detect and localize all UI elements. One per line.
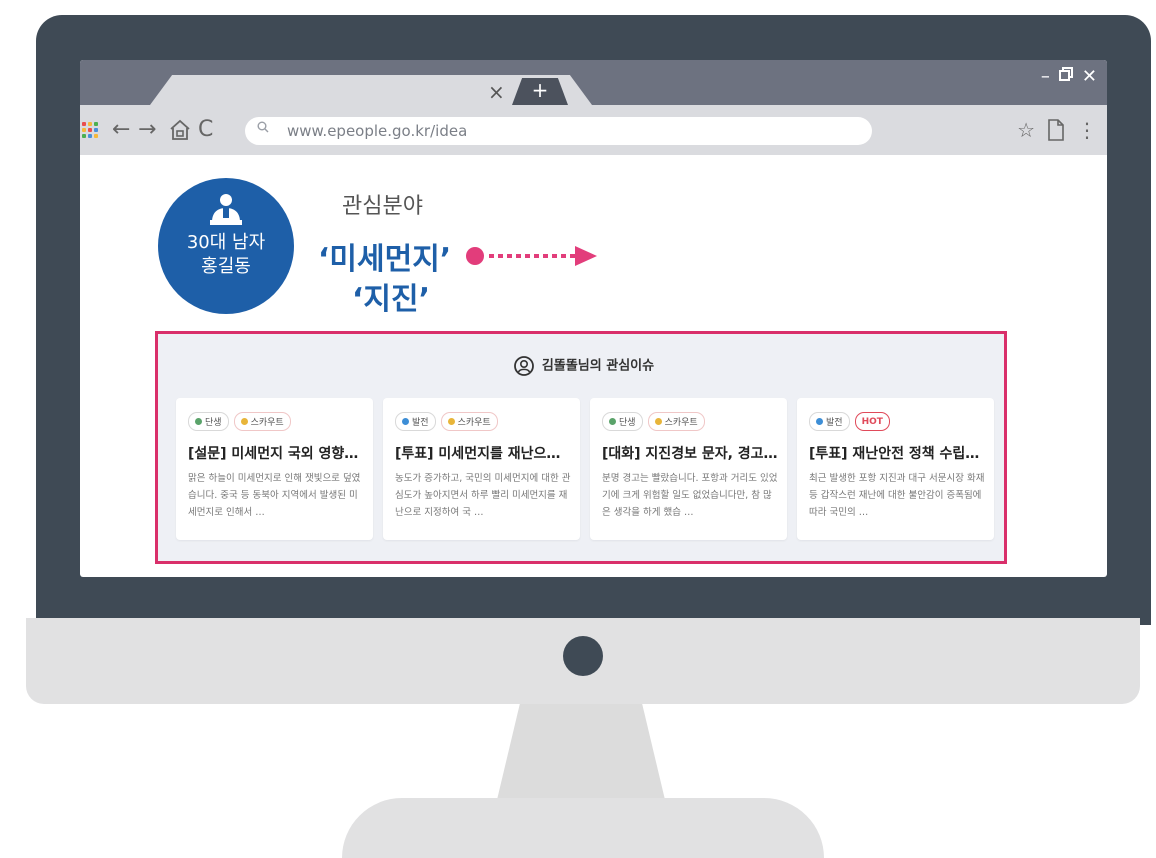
home-icon[interactable]	[168, 118, 192, 148]
interest-issues-panel: 김똘똘님의 관심이슈 단생 스카우트 [설문] 미세먼지 국외 영향… 맑은 하…	[155, 331, 1007, 564]
medal-tag-label: 스카우트	[664, 418, 698, 428]
stage-tag: 발전	[395, 412, 436, 431]
interest-keyword-2: ‘지진’	[352, 282, 430, 317]
address-bar[interactable]: www.epeople.go.kr/idea	[245, 117, 872, 145]
plant-icon	[402, 418, 409, 425]
profile-demographic: 30대 남자	[186, 232, 266, 253]
panel-title: 김똘똘님의 관심이슈	[158, 356, 1010, 377]
monitor-stand-base	[342, 798, 824, 858]
card-body: 농도가 증가하고, 국민의 미세먼지에 대한 관심도가 높아지면서 하루 빨리 …	[395, 473, 571, 518]
toolbar-right: ☆ ⋮	[1017, 115, 1097, 149]
medal-tag-label: 스카우트	[457, 418, 491, 428]
stage-tag-label: 단생	[619, 418, 636, 428]
browser-window: × + – ✕ ← → C www.epeople.go.kr/idea ☆ ⋮…	[80, 60, 1107, 577]
panel-title-text: 김똘똘님의 관심이슈	[541, 358, 655, 374]
back-arrow-icon[interactable]: ←	[112, 115, 130, 145]
search-icon	[257, 121, 269, 133]
browser-toolbar: ← → C www.epeople.go.kr/idea ☆ ⋮	[80, 105, 1107, 155]
medal-icon	[447, 418, 455, 425]
power-button	[563, 636, 603, 676]
person-icon	[210, 194, 242, 225]
user-circle-icon	[514, 356, 534, 376]
window-controls: – ✕	[1041, 66, 1097, 88]
sprout-icon	[195, 418, 202, 425]
issue-card[interactable]: 발전 HOT [투표] 재난안전 정책 수립… 최근 발생한 포항 지진과 대구…	[797, 398, 994, 540]
monitor-stand-neck	[496, 704, 666, 804]
forward-arrow-icon[interactable]: →	[138, 115, 156, 145]
apps-grid-icon[interactable]	[82, 122, 98, 138]
medal-tag: 스카우트	[233, 412, 291, 431]
reload-icon[interactable]: C	[198, 115, 213, 145]
tab-close-icon[interactable]: ×	[488, 80, 505, 104]
card-tags: 단생 스카우트	[602, 412, 705, 431]
card-body: 맑은 하늘이 미세먼지로 인해 잿빛으로 덮였습니다. 중국 등 동북아 지역에…	[188, 473, 361, 518]
card-title[interactable]: [투표] 미세먼지를 재난으로…	[395, 444, 571, 464]
card-tags: 발전 스카우트	[395, 412, 498, 431]
issue-card[interactable]: 단생 스카우트 [대화] 지진경보 문자, 경고… 분명 경고는 빨랐습니다. …	[590, 398, 787, 540]
card-tags: 발전 HOT	[809, 412, 890, 431]
bookmark-star-icon[interactable]: ☆	[1017, 115, 1035, 149]
card-tags: 단생 스카우트	[188, 412, 291, 431]
hot-badge: HOT	[854, 412, 890, 431]
stage-tag-label: 발전	[412, 418, 429, 428]
card-title[interactable]: [투표] 재난안전 정책 수립…	[809, 444, 985, 464]
stage-tag-label: 단생	[205, 418, 222, 428]
profile-name: 홍길동	[201, 256, 251, 277]
card-title[interactable]: [대화] 지진경보 문자, 경고…	[602, 444, 778, 464]
interest-keyword-1: ‘미세먼지’	[318, 242, 452, 277]
card-body: 최근 발생한 포항 지진과 대구 서문시장 화재 등 갑작스런 재난에 대한 불…	[809, 473, 985, 518]
issue-card[interactable]: 발전 스카우트 [투표] 미세먼지를 재난으로… 농도가 증가하고, 국민의 미…	[383, 398, 580, 540]
stage-tag-label: 발전	[826, 418, 843, 428]
close-icon[interactable]: ✕	[1082, 66, 1097, 88]
medal-icon	[654, 418, 662, 425]
medal-icon	[240, 418, 248, 425]
stage-tag: 단생	[188, 412, 229, 431]
interest-heading: 관심분야	[342, 194, 423, 219]
medal-tag: 스카우트	[440, 412, 498, 431]
stage-tag: 발전	[809, 412, 850, 431]
menu-dots-icon[interactable]: ⋮	[1077, 115, 1097, 149]
dotted-arrow-icon	[466, 246, 597, 266]
issue-card[interactable]: 단생 스카우트 [설문] 미세먼지 국외 영향… 맑은 하늘이 미세먼지로 인해…	[176, 398, 373, 540]
tab-strip: × + – ✕	[80, 60, 1107, 105]
medal-tag-label: 스카우트	[250, 418, 284, 428]
plant-icon	[816, 418, 823, 425]
profile-badge: 30대 남자 홍길동	[158, 178, 294, 314]
card-title[interactable]: [설문] 미세먼지 국외 영향…	[188, 444, 364, 464]
page-icon[interactable]	[1047, 115, 1065, 149]
minimize-icon[interactable]: –	[1041, 66, 1050, 88]
sprout-icon	[609, 418, 616, 425]
stage-tag: 단생	[602, 412, 643, 431]
address-url[interactable]: www.epeople.go.kr/idea	[287, 117, 467, 145]
medal-tag: 스카우트	[647, 412, 705, 431]
card-body: 분명 경고는 빨랐습니다. 포항과 거리도 있었기에 크게 위험할 일도 없었습…	[602, 473, 778, 518]
new-tab-button[interactable]: +	[528, 76, 552, 104]
restore-icon[interactable]	[1058, 66, 1074, 88]
